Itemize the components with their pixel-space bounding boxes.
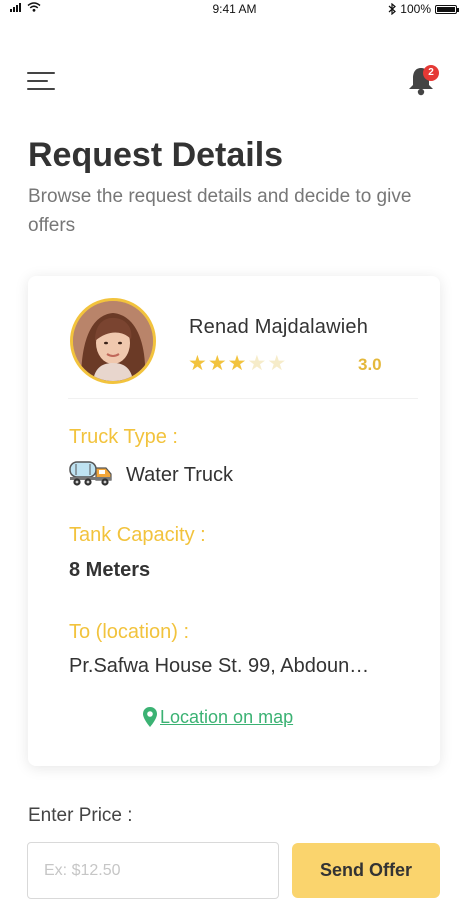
rating-value: 3.0 [358, 355, 382, 374]
notification-badge: 2 [423, 65, 439, 81]
tank-capacity-label: Tank Capacity : [69, 524, 206, 546]
star-icon: ★ [207, 352, 227, 375]
truck-type-label: Truck Type : [69, 426, 178, 448]
status-right: 100% [388, 2, 459, 16]
location-value: Pr.Safwa House St. 99, Abdoun… [69, 655, 370, 677]
menu-icon[interactable] [27, 70, 55, 92]
star-icon: ★ [227, 352, 247, 375]
price-input[interactable] [27, 842, 279, 899]
divider [68, 398, 418, 399]
request-card: Renad Majdalawieh ★ ★ ★ ★ ★ 3.0 Truck Type :… [28, 276, 440, 766]
page-title: Request Details [28, 136, 284, 174]
battery-icon [435, 4, 459, 14]
user-name: Renad Majdalawieh [189, 316, 369, 338]
truck-type-value: Water Truck [126, 464, 234, 486]
star-icon: ★ [267, 352, 287, 375]
star-icon: ★ [188, 352, 207, 375]
avatar [70, 298, 156, 384]
location-label: To (location) : [69, 621, 190, 643]
price-label: Enter Price : [28, 805, 133, 826]
rating-stars: ★ ★ ★ ★ ★ [188, 353, 286, 374]
map-pin-icon [143, 707, 157, 727]
tank-capacity-value: 8 Meters [69, 559, 151, 581]
location-on-map-label: Location on map [160, 706, 294, 727]
status-bar: 9:41 AM 100% [0, 0, 469, 20]
star-icon: ★ [247, 352, 267, 375]
location-on-map-link[interactable]: Location on map [142, 706, 293, 728]
page-subtitle: Browse the request details and decide to… [28, 186, 412, 236]
avatar-image [73, 301, 153, 381]
battery-percent: 100% [400, 2, 431, 16]
truck-icon [69, 461, 112, 486]
send-offer-button[interactable]: Send Offer [292, 843, 440, 898]
bluetooth-icon [388, 3, 397, 15]
notification-button[interactable]: 2 [406, 62, 442, 98]
